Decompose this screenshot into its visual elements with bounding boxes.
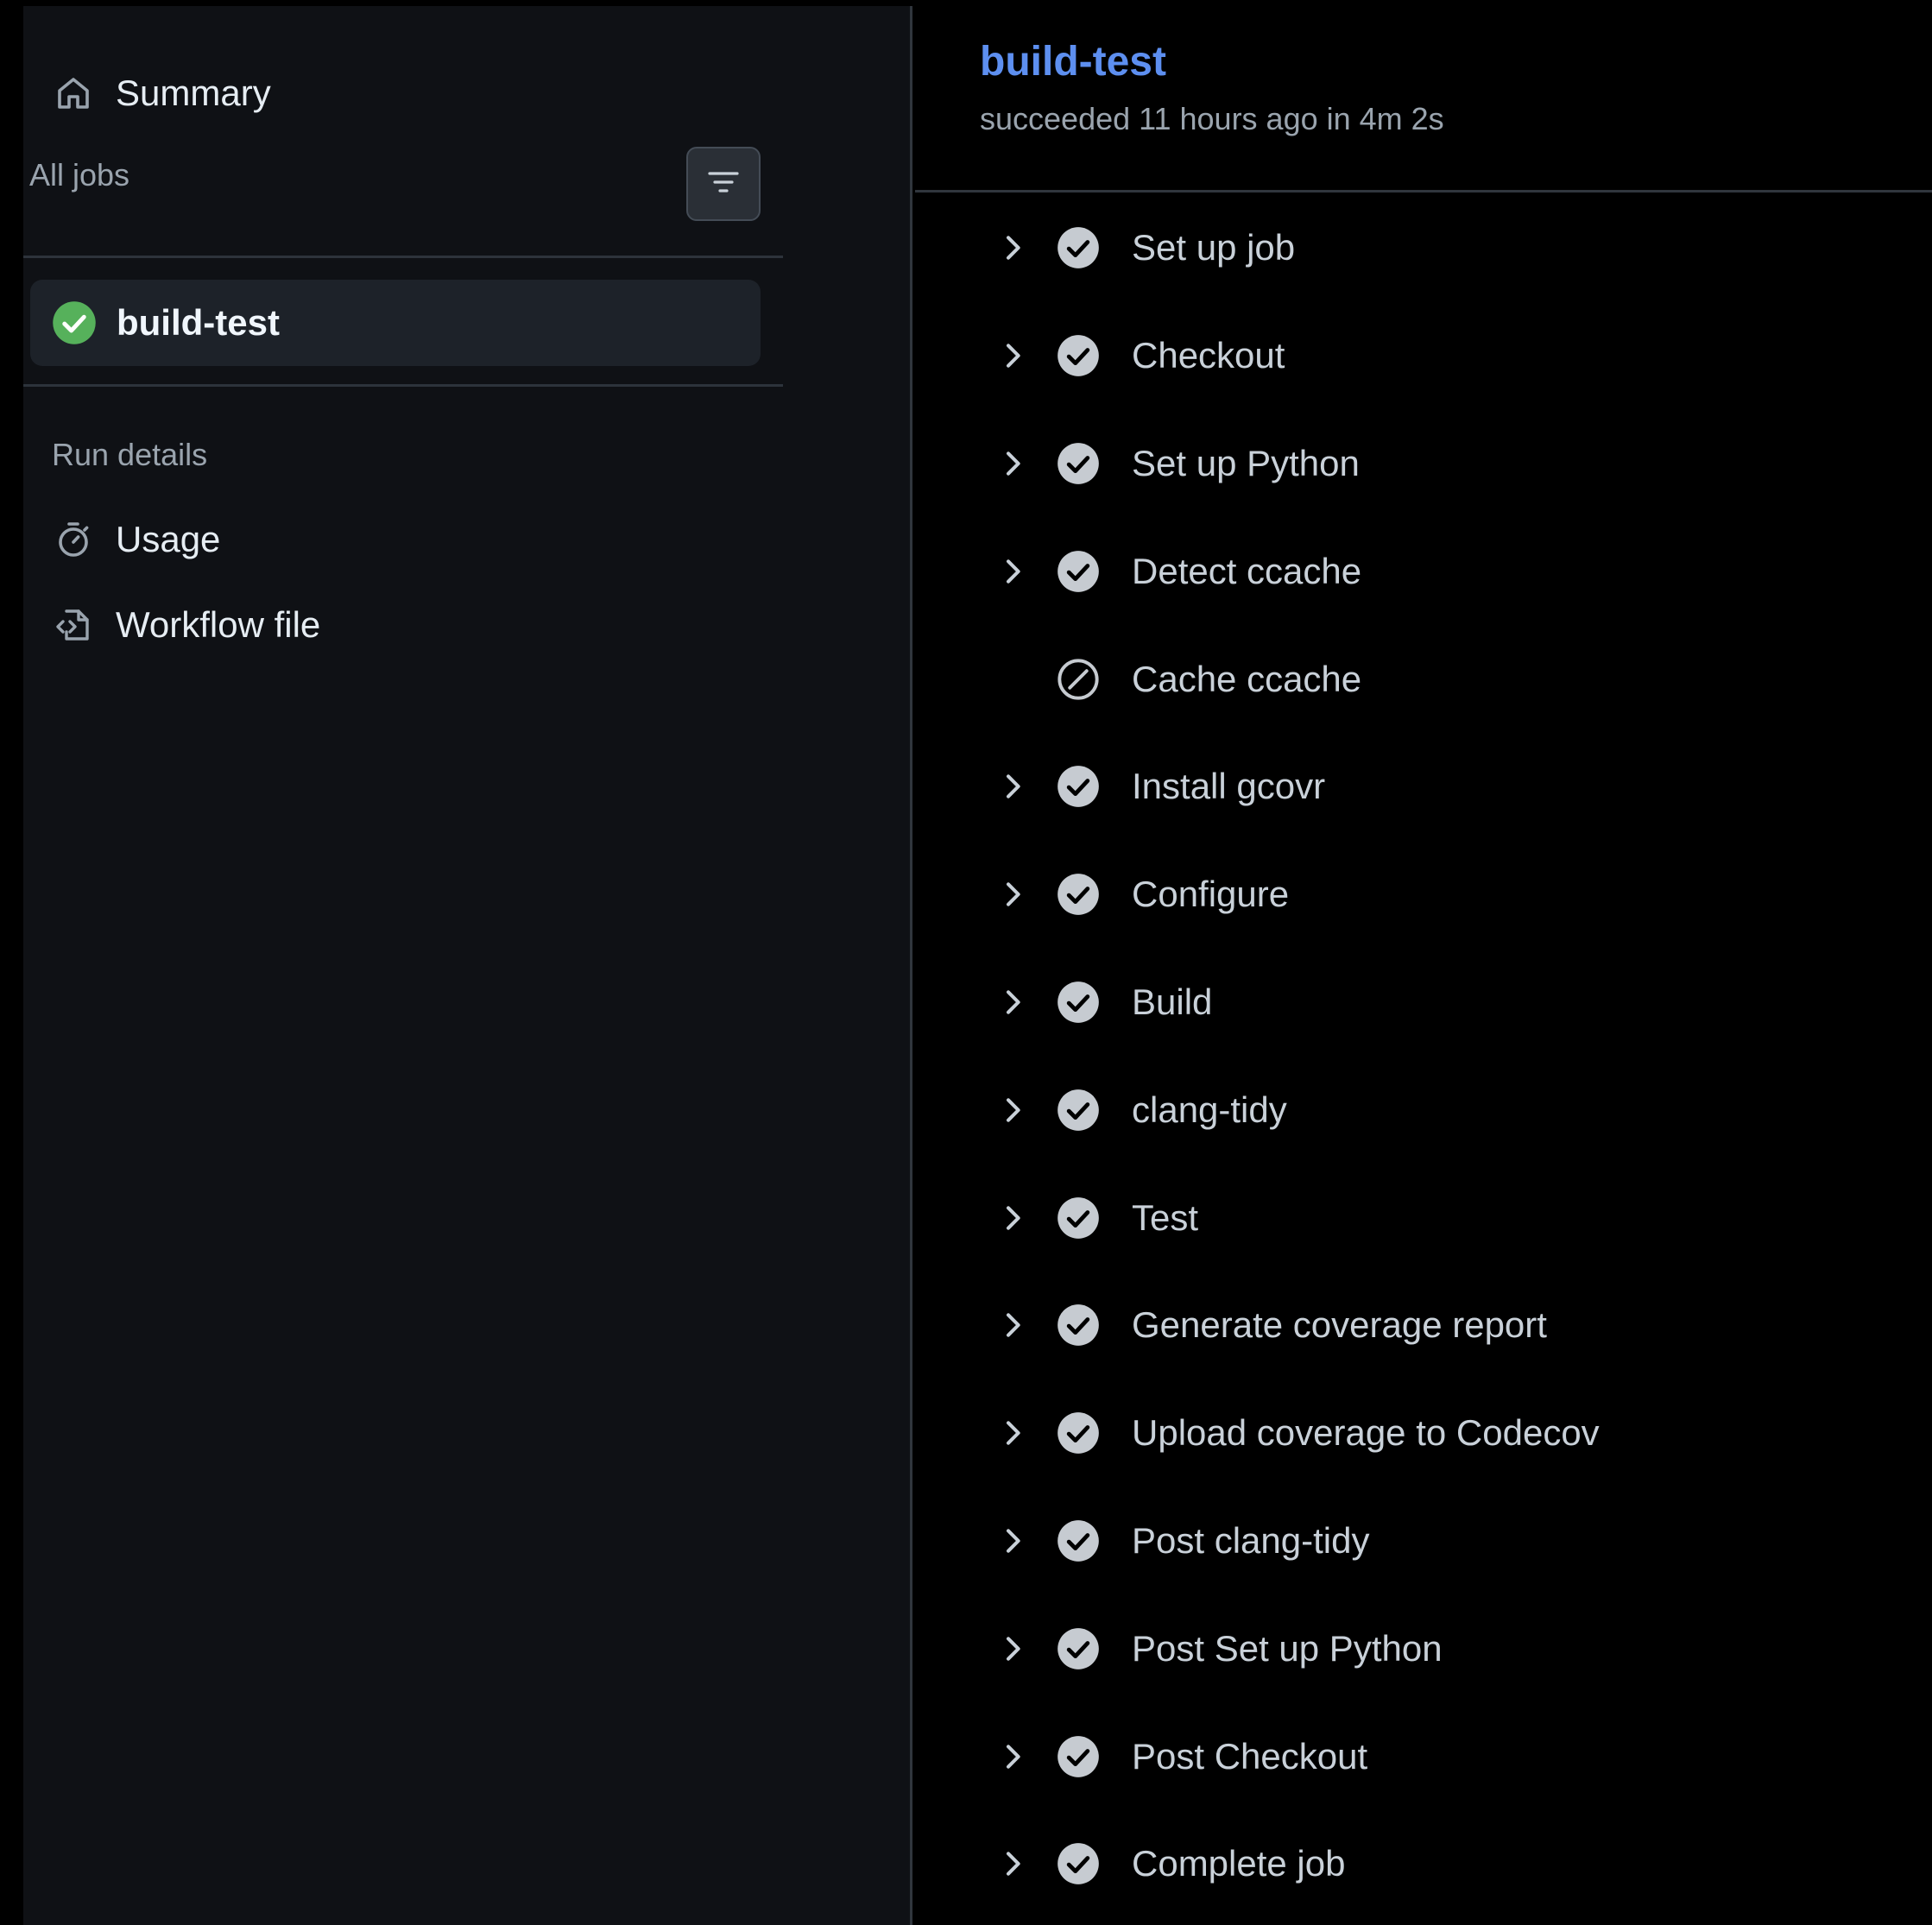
step-row-configure[interactable]: Configure [915,841,1932,949]
step-label: Detect ccache [1132,550,1362,591]
step-label: Upload coverage to Codecov [1132,1412,1600,1454]
step-label: Post Set up Python [1132,1627,1443,1669]
home-icon [51,71,96,116]
check-circle-icon [1056,225,1101,270]
step-label: Generate coverage report [1132,1304,1547,1346]
summary-label: Summary [116,73,271,113]
check-circle-success-icon [51,300,98,346]
job-status-meta: succeeded 11 hours ago in 4m 2s [980,101,1444,136]
step-label: Complete job [1132,1843,1346,1884]
job-title-link[interactable]: build-test [980,38,1166,85]
step-label: Set up Python [1132,442,1360,483]
chevron-right-icon[interactable] [995,1524,1030,1558]
chevron-right-icon[interactable] [995,446,1030,481]
steps-list: Set up job Checkout Set up Python Detect… [915,194,1932,1918]
step-row-test[interactable]: Test [915,1164,1932,1272]
check-circle-icon [1056,1734,1101,1779]
chevron-right-icon[interactable] [995,1201,1030,1235]
job-item-build-test[interactable]: build-test [30,280,761,366]
chevron-right-icon[interactable] [995,1416,1030,1450]
check-circle-icon [1056,764,1101,809]
chevron-right-icon[interactable] [995,230,1030,265]
step-label: Post clang-tidy [1132,1519,1370,1561]
step-row-set-up-python[interactable]: Set up Python [915,410,1932,518]
sidebar: Summary All jobs build-test Run details [23,6,912,1925]
chevron-right-icon[interactable] [995,554,1030,589]
step-row-clang-tidy[interactable]: clang-tidy [915,1056,1932,1164]
step-label: Install gcovr [1132,766,1326,807]
chevron-right-icon[interactable] [995,1308,1030,1342]
check-circle-icon [1056,333,1101,378]
step-row-cache-ccache: Cache ccache [915,625,1932,733]
step-row-detect-ccache[interactable]: Detect ccache [915,517,1932,625]
step-row-set-up-job[interactable]: Set up job [915,194,1932,302]
step-label: Set up job [1132,227,1296,268]
filter-icon [703,161,744,207]
chevron-right-icon[interactable] [995,769,1030,804]
check-circle-icon [1056,980,1101,1025]
check-circle-icon [1056,1626,1101,1671]
step-label: clang-tidy [1132,1089,1287,1130]
step-row-checkout[interactable]: Checkout [915,302,1932,410]
file-code-icon [51,603,96,647]
usage-label: Usage [116,519,221,559]
step-row-build[interactable]: Build [915,949,1932,1057]
chevron-right-icon[interactable] [995,1093,1030,1127]
check-circle-icon [1056,1411,1101,1455]
step-row-post-clang-tidy[interactable]: Post clang-tidy [915,1487,1932,1595]
job-name: build-test [117,302,280,343]
check-circle-icon [1056,441,1101,486]
stopwatch-icon [51,517,96,562]
step-row-generate-coverage-report[interactable]: Generate coverage report [915,1272,1932,1379]
chevron-right-icon[interactable] [995,1632,1030,1666]
step-label: Cache ccache [1132,658,1362,699]
chevron-right-icon[interactable] [995,877,1030,912]
chevron-right-icon[interactable] [995,338,1030,373]
skipped-icon [1056,657,1101,702]
job-detail-panel: build-test succeeded 11 hours ago in 4m … [915,0,1932,1925]
check-circle-icon [1056,1088,1101,1133]
check-circle-icon [1056,1518,1101,1563]
divider [23,256,783,258]
step-row-upload-coverage-to-codecov[interactable]: Upload coverage to Codecov [915,1379,1932,1487]
filter-jobs-button[interactable] [686,147,761,221]
workflow-file-link[interactable]: Workflow file [51,595,320,655]
check-circle-icon [1056,1196,1101,1240]
workflow-file-label: Workflow file [116,604,321,645]
step-label: Configure [1132,874,1290,915]
chevron-right-icon[interactable] [995,1846,1030,1881]
check-circle-icon [1056,1303,1101,1348]
step-label: Build [1132,981,1213,1022]
step-row-install-gcovr[interactable]: Install gcovr [915,733,1932,841]
check-circle-icon [1056,549,1101,594]
step-label: Post Checkout [1132,1735,1368,1777]
divider [23,384,783,387]
summary-link[interactable]: Summary [51,63,271,123]
step-label: Checkout [1132,335,1285,376]
run-details-heading: Run details [52,437,208,472]
usage-link[interactable]: Usage [51,509,220,570]
step-row-post-checkout[interactable]: Post Checkout [915,1702,1932,1810]
chevron-right-icon[interactable] [995,1739,1030,1774]
check-circle-icon [1056,872,1101,917]
chevron-right-icon[interactable] [995,985,1030,1019]
check-circle-icon [1056,1841,1101,1886]
step-row-complete-job[interactable]: Complete job [915,1810,1932,1918]
all-jobs-heading: All jobs [29,157,130,192]
step-row-post-set-up-python[interactable]: Post Set up Python [915,1594,1932,1702]
divider [915,190,1932,192]
step-label: Test [1132,1196,1199,1238]
